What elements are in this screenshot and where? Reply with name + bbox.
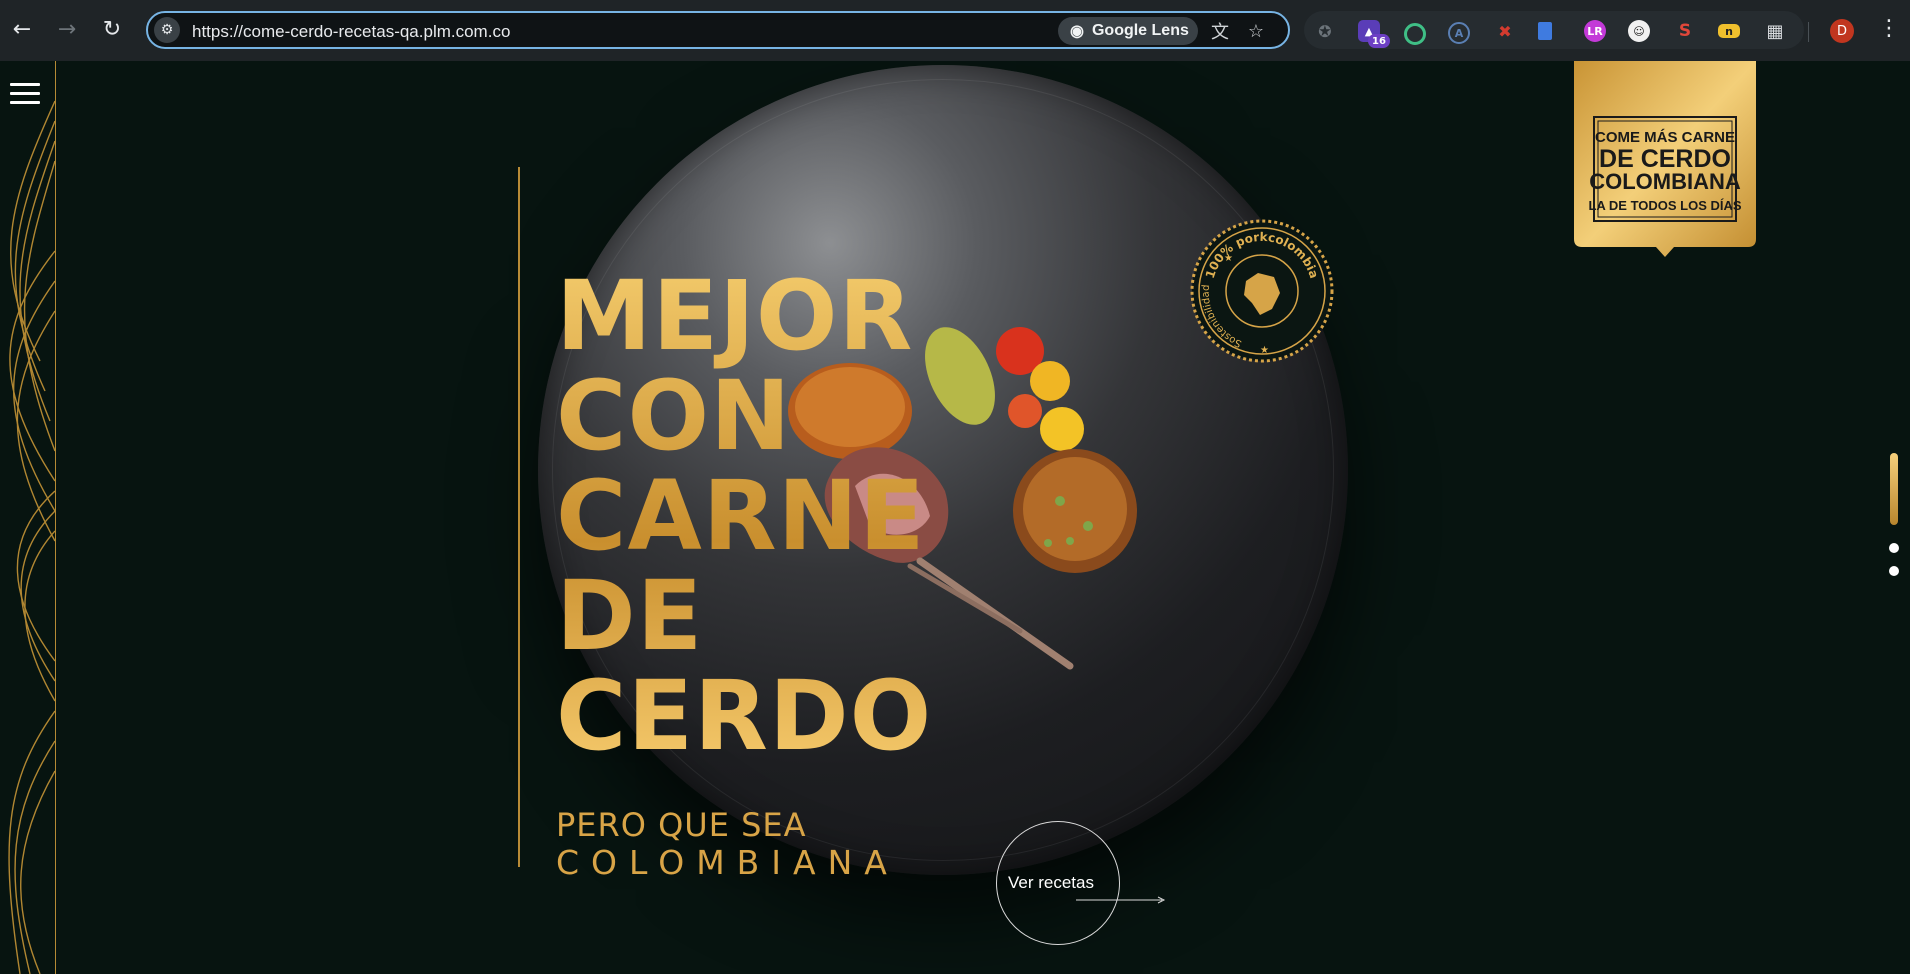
extension-yellow-icon[interactable]: n bbox=[1718, 24, 1740, 38]
extension-face-icon[interactable]: ☺ bbox=[1628, 20, 1650, 42]
headline-line: CON bbox=[556, 360, 792, 472]
slide-indicator-active[interactable] bbox=[1890, 453, 1898, 525]
headline-line: CERDO bbox=[556, 660, 933, 772]
hero-subtitle-line2: COLOMBIANA bbox=[556, 843, 899, 882]
more-menu-icon[interactable]: ⋮ bbox=[1878, 18, 1900, 40]
star-icon: ★ bbox=[1260, 345, 1269, 356]
extension-puzzle-dim-icon[interactable]: ✪ bbox=[1314, 20, 1336, 42]
extensions-puzzle-icon[interactable]: ▦ bbox=[1764, 20, 1786, 42]
extension-badge: 16 bbox=[1368, 34, 1390, 48]
star-icon: ★ bbox=[1224, 253, 1233, 264]
extension-eye-off-icon[interactable]: ✖ bbox=[1494, 20, 1516, 42]
google-lens-label: Google Lens bbox=[1091, 22, 1189, 39]
logo-line3: COLOMBIANA bbox=[1589, 169, 1741, 194]
reload-icon: ↻ bbox=[102, 17, 122, 42]
site-info-icon[interactable]: ⚙ bbox=[154, 17, 180, 43]
hamburger-menu-icon[interactable] bbox=[10, 83, 40, 105]
url-text[interactable]: https://come-cerdo-recetas-qa.plm.com.co bbox=[192, 22, 510, 42]
back-button[interactable]: ← bbox=[6, 14, 38, 46]
toolbar-separator bbox=[1808, 22, 1809, 42]
brand-logo-tag[interactable]: COME MÁS CARNE DE CERDO COLOMBIANA LA DE… bbox=[1574, 61, 1756, 261]
logo-line1: COME MÁS CARNE bbox=[1595, 129, 1735, 146]
slide-indicator[interactable] bbox=[1889, 543, 1899, 553]
reload-button[interactable]: ↻ bbox=[96, 14, 128, 46]
extension-s-icon[interactable]: S bbox=[1674, 20, 1696, 42]
arrow-right-icon: → bbox=[57, 17, 77, 42]
hero-headline: MEJOR CON CARNE DE CERDO bbox=[556, 266, 932, 766]
extension-lr-icon[interactable]: LR bbox=[1584, 20, 1606, 42]
headline-line: CARNE bbox=[556, 460, 926, 572]
hero-section: MEJOR CON CARNE DE CERDO PERO QUE SEA CO… bbox=[0, 61, 1910, 974]
google-lens-button[interactable]: ◉ Google Lens bbox=[1058, 17, 1198, 45]
translate-icon[interactable]: 文 bbox=[1208, 19, 1232, 43]
bookmark-star-icon[interactable]: ☆ bbox=[1244, 19, 1268, 43]
logo-line4: LA DE TODOS LOS DÍAS bbox=[1588, 198, 1741, 213]
extension-doc-icon[interactable] bbox=[1538, 22, 1552, 40]
porkcolombia-seal: 100% porkcolombia Sostenibilidad ★ ★ bbox=[1188, 217, 1336, 365]
gold-vertical-divider bbox=[518, 167, 520, 867]
hero-subtitle-line1: PERO QUE SEA bbox=[556, 806, 807, 844]
arrow-left-icon: ← bbox=[12, 17, 32, 42]
headline-line: DE bbox=[556, 560, 704, 672]
forward-button[interactable]: → bbox=[51, 14, 83, 46]
camera-icon: ◉ bbox=[1070, 23, 1084, 40]
ver-recetas-button[interactable]: Ver recetas bbox=[1008, 873, 1094, 893]
extension-ring-icon[interactable] bbox=[1404, 23, 1426, 45]
browser-toolbar: ← → ↻ ⚙ https://come-cerdo-recetas-qa.pl… bbox=[0, 0, 1910, 62]
slide-indicator[interactable] bbox=[1889, 566, 1899, 576]
headline-line: MEJOR bbox=[556, 260, 914, 372]
profile-avatar[interactable]: D bbox=[1830, 19, 1854, 43]
decorative-gold-lines bbox=[0, 61, 56, 974]
extension-a-icon[interactable]: A bbox=[1448, 22, 1470, 44]
address-bar[interactable]: ⚙ https://come-cerdo-recetas-qa.plm.com.… bbox=[146, 11, 1290, 49]
arrow-right-icon[interactable] bbox=[1076, 895, 1166, 905]
slide-pagination bbox=[1887, 453, 1901, 593]
